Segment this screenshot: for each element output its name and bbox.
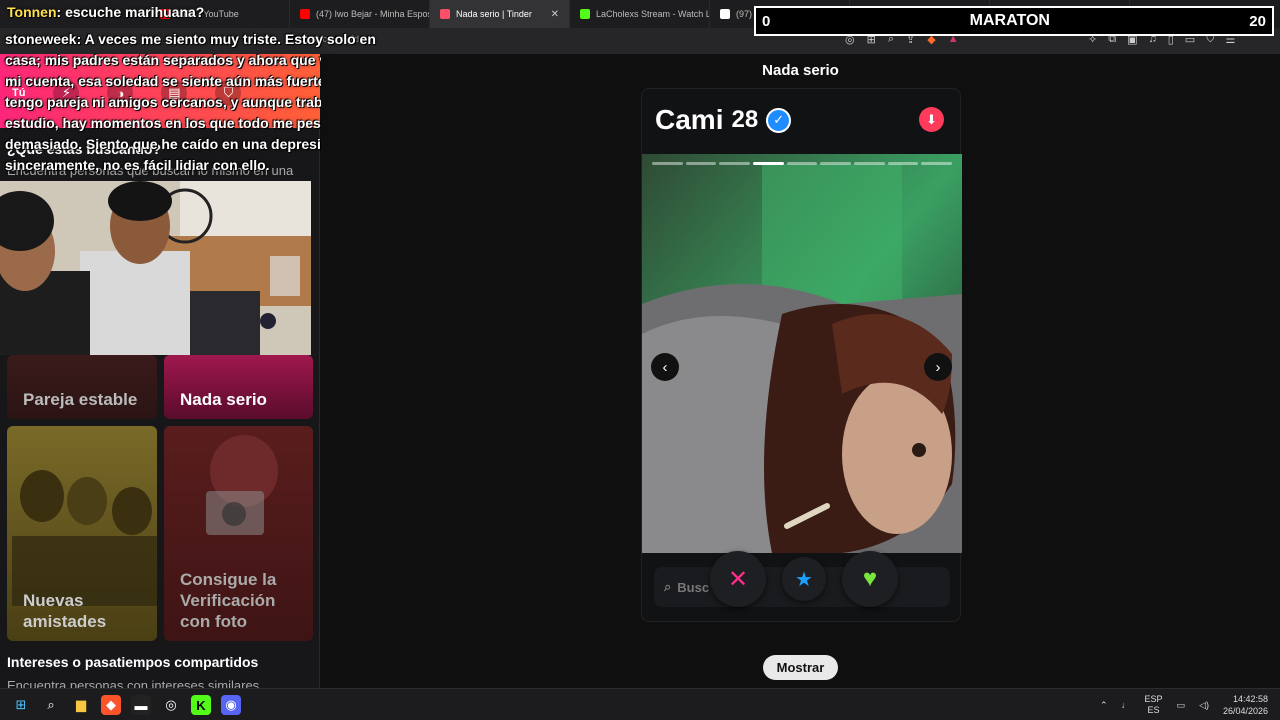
- clock-time: 14:42:58: [1232, 694, 1268, 704]
- microphone-icon[interactable]: ♩: [1122, 700, 1131, 710]
- main-content: Nada serio Cami 28 ✓ ⬇ ‹ › ⌕ Busc ✕ ★ ♥ …: [321, 54, 1280, 688]
- verified-badge-icon: ✓: [766, 107, 792, 133]
- profile-photo[interactable]: ‹ ›: [642, 154, 962, 553]
- windows-start-icon[interactable]: ⊞: [11, 695, 31, 715]
- card-label: Pareja estable: [23, 390, 138, 409]
- tab-label: LaCholexs Stream - Watch Live: [596, 9, 710, 19]
- photo-progress-segment[interactable]: [786, 162, 818, 165]
- interests-subtitle: Encuentra personas con intereses similar…: [7, 678, 260, 688]
- photo-progress: [652, 162, 953, 165]
- card-label: Nuevas amistades: [23, 591, 107, 631]
- collapse-profile-button[interactable]: ⬇: [919, 107, 944, 132]
- nope-button[interactable]: ✕: [710, 551, 766, 607]
- windows-taskbar: ⊞ ⌕ ▆ ◆ ▬ ◎ K ◉ ⌃ ♩ ESP ES ▭ ◁) 14:42:58…: [0, 688, 1280, 720]
- profile-header: Cami 28 ✓: [655, 104, 792, 136]
- like-button[interactable]: ♥: [842, 551, 898, 607]
- photo-progress-segment[interactable]: [921, 162, 953, 165]
- file-explorer-icon[interactable]: ▆: [71, 695, 91, 715]
- chat-line-1: Tonnen: escuche marihuana?: [7, 4, 204, 20]
- super-like-button[interactable]: ★: [782, 557, 826, 601]
- kick-icon[interactable]: K: [191, 695, 211, 715]
- profile-age: 28: [731, 106, 759, 133]
- photo-progress-segment[interactable]: [887, 162, 919, 165]
- tab-favicon-icon: [440, 9, 450, 19]
- network-icon[interactable]: ▭: [1177, 700, 1186, 711]
- maraton-right-count: 20: [1249, 12, 1266, 30]
- photo-progress-segment[interactable]: [719, 162, 751, 165]
- next-photo-button[interactable]: ›: [924, 353, 952, 381]
- profile-name: Cami: [655, 104, 724, 135]
- webcam-overlay: [0, 181, 311, 355]
- clock-date: 26/04/2026: [1222, 706, 1268, 716]
- photo-progress-segment[interactable]: [652, 162, 683, 165]
- language-indicator[interactable]: ESP ES: [1145, 694, 1163, 716]
- tab-close-icon[interactable]: ✕: [551, 9, 559, 20]
- maraton-title: MARATON: [969, 12, 1050, 29]
- terminal-icon[interactable]: ▬: [131, 695, 151, 715]
- lang-top: ESP: [1144, 694, 1163, 704]
- card-label: Consigue la Verificación con foto: [180, 570, 277, 631]
- volume-icon[interactable]: ◁): [1199, 700, 1209, 711]
- photo-progress-segment[interactable]: [753, 162, 784, 165]
- system-tray: ⌃ ♩ ESP ES ▭ ◁) 14:42:58 26/04/2026: [1100, 693, 1268, 717]
- interests-title: Intereses o pasatiempos compartidos: [7, 654, 259, 670]
- tab-label: (47) Iwo Bejar - Minha Esposa: [316, 9, 430, 19]
- chat-user: stoneweek: [5, 31, 77, 47]
- chat-text: : escuche marihuana?: [56, 4, 205, 20]
- search-placeholder: Busc: [677, 579, 710, 595]
- card-nuevas-amistades[interactable]: Nuevas amistades: [7, 426, 157, 641]
- maraton-left-count: 0: [762, 12, 771, 30]
- card-nada-serio[interactable]: Nada serio: [164, 355, 313, 419]
- search-icon: ⌕: [664, 579, 672, 594]
- brave-browser-icon[interactable]: ◆: [101, 695, 121, 715]
- taskbar-apps: ⊞ ⌕ ▆ ◆ ▬ ◎ K ◉: [11, 695, 241, 715]
- tab-favicon-icon: [300, 9, 310, 19]
- photo-progress-segment[interactable]: [685, 162, 717, 165]
- chevron-up-icon[interactable]: ⌃: [1100, 700, 1108, 711]
- search-icon[interactable]: ⌕: [41, 695, 61, 715]
- mostrar-button[interactable]: Mostrar: [763, 655, 838, 680]
- tab-label: Nada serio | Tinder: [456, 9, 532, 19]
- lang-bottom: ES: [1147, 705, 1160, 715]
- obs-icon[interactable]: ◎: [161, 695, 181, 715]
- tab-favicon-icon: [720, 9, 730, 19]
- photo-progress-segment[interactable]: [820, 162, 852, 165]
- browser-tab[interactable]: (47) Iwo Bejar - Minha Esposa: [290, 0, 430, 28]
- card-label: Nada serio: [180, 390, 267, 409]
- prev-photo-button[interactable]: ‹: [651, 353, 679, 381]
- clock[interactable]: 14:42:58 26/04/2026: [1223, 693, 1268, 717]
- browser-tab[interactable]: Nada serio | Tinder ✕: [430, 0, 570, 28]
- screen: co92 - YouTube (47) Iwo Bejar - Minha Esp…: [0, 0, 1280, 720]
- profile-card: Cami 28 ✓ ⬇ ‹ › ⌕ Busc ✕ ★ ♥: [641, 88, 962, 622]
- card-verificacion[interactable]: Consigue la Verificación con foto: [164, 426, 313, 641]
- card-pareja-estable[interactable]: Pareja estable: [7, 355, 157, 419]
- page-title: Nada serio: [762, 62, 839, 79]
- webcam-feed: [0, 181, 311, 355]
- photo-progress-segment[interactable]: [854, 162, 885, 165]
- chat-user: Tonnen: [7, 4, 57, 20]
- browser-tab[interactable]: LaCholexs Stream - Watch Live: [570, 0, 710, 28]
- discord-icon[interactable]: ◉: [221, 695, 241, 715]
- photo-image: [642, 154, 962, 553]
- maraton-counter: 0 MARATON 20: [754, 6, 1274, 36]
- tab-favicon-icon: [580, 9, 590, 19]
- swipe-actions: ✕ ★ ♥: [710, 551, 898, 607]
